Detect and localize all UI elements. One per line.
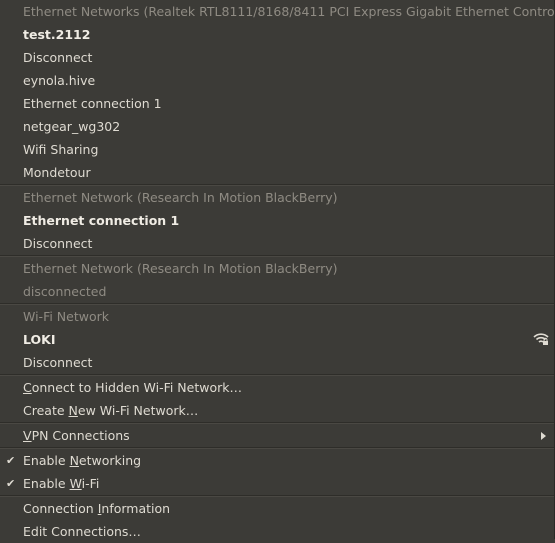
vpn-connections-item[interactable]: VPN Connections	[0, 424, 554, 447]
enable-wifi-post: i-Fi	[81, 476, 100, 491]
checkmark-icon: ✔	[6, 454, 16, 467]
connection-information-item[interactable]: Connection Information	[0, 497, 554, 520]
ethernet-realtek-active-connection[interactable]: test.2112	[0, 23, 554, 46]
connect-hidden-wifi-post: onnect to Hidden Wi-Fi Network…	[31, 380, 243, 395]
edit-connections-label: Edit Connections…	[23, 524, 141, 539]
create-new-wifi-item[interactable]: Create New Wi-Fi Network…	[0, 399, 554, 422]
connection-item-netgear[interactable]: netgear_wg302	[0, 115, 554, 138]
vpn-post: PN Connections	[31, 428, 130, 443]
connection-item-ethernet-connection-1[interactable]: Ethernet connection 1	[0, 92, 554, 115]
connection-information-pre: Connection	[23, 501, 98, 516]
edit-connections-item[interactable]: Edit Connections…	[0, 520, 554, 543]
wifi-header: Wi-Fi Network	[23, 309, 109, 324]
submenu-arrow-icon	[541, 432, 546, 440]
ethernet-realtek-disconnect[interactable]: Disconnect	[0, 46, 554, 69]
connect-hidden-wifi-item[interactable]: Connect to Hidden Wi-Fi Network…	[0, 376, 554, 399]
connection-item-wifi-sharing[interactable]: Wifi Sharing	[0, 138, 554, 161]
connect-hidden-wifi-mnemonic: C	[23, 380, 32, 395]
connection-item-eynola-hive[interactable]: eynola.hive	[0, 69, 554, 92]
ethernet-blackberry-2-header: Ethernet Network (Research In Motion Bla…	[23, 261, 338, 276]
create-new-wifi-mnemonic: N	[68, 403, 78, 418]
ethernet-blackberry-disconnect[interactable]: Disconnect	[0, 232, 554, 255]
connection-information-post: nformation	[101, 501, 171, 516]
vpn-mnemonic: V	[23, 428, 32, 443]
enable-networking-post: etworking	[78, 453, 142, 468]
enable-networking-item[interactable]: ✔ Enable Networking	[0, 449, 554, 472]
ethernet-blackberry-2-status: disconnected	[23, 284, 107, 299]
enable-wifi-mnemonic: W	[69, 476, 82, 491]
create-new-wifi-post: ew Wi-Fi Network…	[77, 403, 199, 418]
enable-wifi-pre: Enable	[23, 476, 70, 491]
enable-wifi-item[interactable]: ✔ Enable Wi-Fi	[0, 472, 554, 495]
wifi-active-network[interactable]: LOKI	[0, 328, 554, 351]
ethernet-realtek-header: Ethernet Networks (Realtek RTL8111/8168/…	[23, 4, 555, 19]
checkmark-icon: ✔	[6, 477, 16, 490]
ethernet-blackberry-header: Ethernet Network (Research In Motion Bla…	[23, 190, 338, 205]
enable-networking-pre: Enable	[23, 453, 70, 468]
ethernet-blackberry-active-connection[interactable]: Ethernet connection 1	[0, 209, 554, 232]
create-new-wifi-pre: Create	[23, 403, 69, 418]
network-menu: Ethernet Networks (Realtek RTL8111/8168/…	[0, 0, 555, 539]
wifi-lock-icon	[533, 333, 549, 345]
wifi-active-network-label: LOKI	[23, 332, 56, 347]
connection-item-mondetour[interactable]: Mondetour	[0, 161, 554, 184]
wifi-disconnect[interactable]: Disconnect	[0, 351, 554, 374]
enable-networking-mnemonic: N	[69, 453, 79, 468]
